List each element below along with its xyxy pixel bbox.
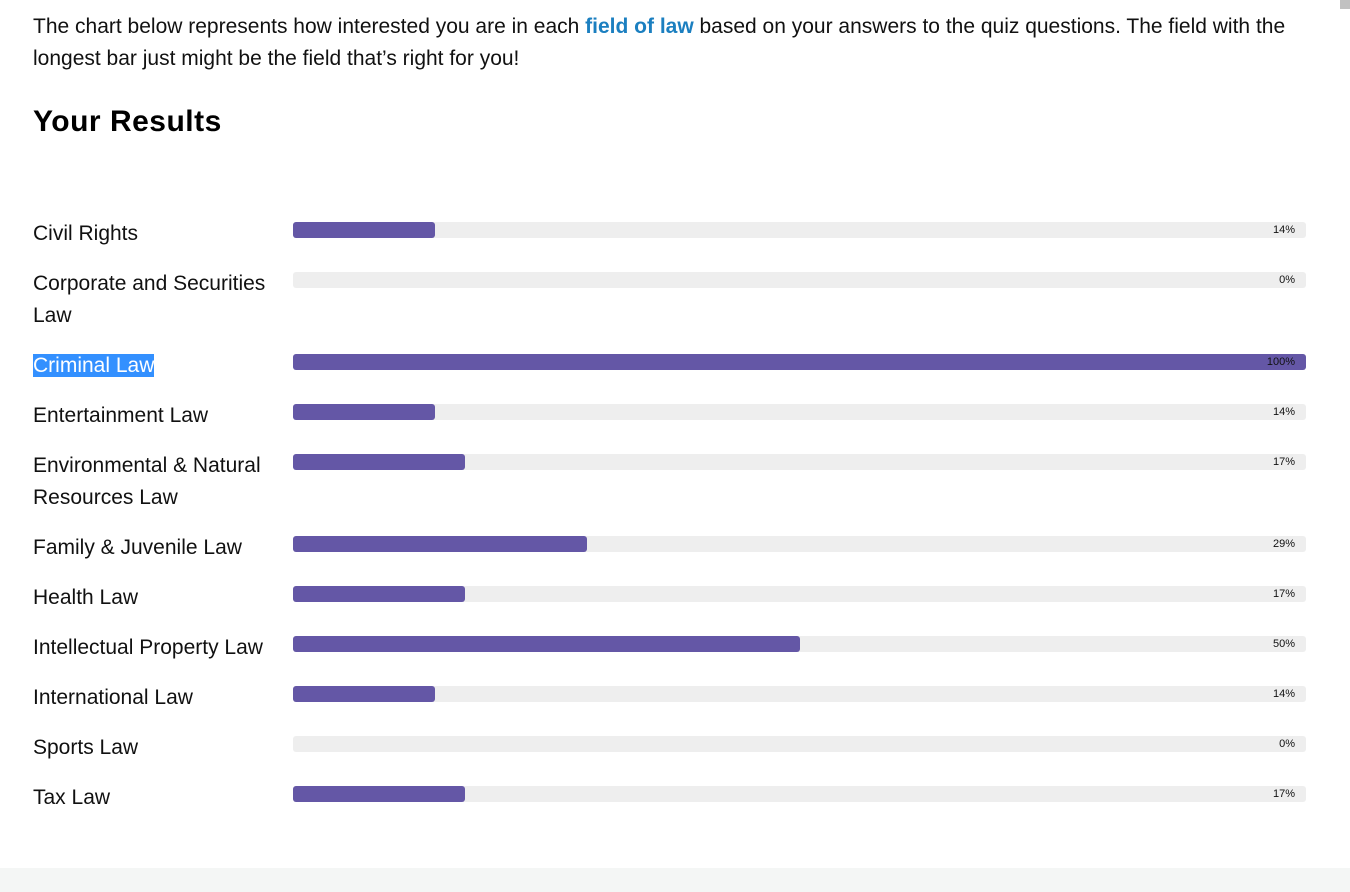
result-category-label: Entertainment Law (33, 400, 293, 432)
result-category-text: Tax Law (33, 786, 111, 809)
result-row: Criminal Law 100% (33, 350, 1306, 382)
result-value-label: 0% (1279, 738, 1295, 750)
field-of-law-link[interactable]: field of law (585, 15, 694, 38)
scrollbar-thumb[interactable] (1340, 0, 1350, 9)
result-category-text: Environmental & Natural Resources Law (33, 454, 261, 509)
result-category-label: International Law (33, 682, 293, 714)
result-row: Health Law 17% (33, 582, 1306, 614)
results-bar-chart: Civil Rights 14% Corporate and Securities … (33, 218, 1306, 832)
result-value-label: 50% (1272, 638, 1295, 650)
result-category-text: Entertainment Law (33, 404, 209, 427)
result-bar (293, 354, 1306, 370)
result-bar (293, 636, 800, 652)
result-bar-track: 50% (293, 636, 1306, 652)
result-bar (293, 786, 466, 802)
result-bar-track: 17% (293, 786, 1306, 802)
result-category-text: International Law (33, 686, 193, 709)
result-row: Corporate and Securities Law 0% (33, 268, 1306, 332)
result-category-text: Family & Juvenile Law (33, 536, 242, 559)
result-category-label: Family & Juvenile Law (33, 532, 293, 564)
result-row: Intellectual Property Law 50% (33, 632, 1306, 664)
result-category-label: Criminal Law (33, 350, 293, 382)
result-bar-track: 14% (293, 222, 1306, 238)
result-value-label: 29% (1272, 538, 1295, 550)
result-category-label: Intellectual Property Law (33, 632, 293, 664)
result-row: Tax Law 17% (33, 782, 1306, 814)
result-category-text: Civil Rights (33, 222, 139, 245)
result-row: International Law 14% (33, 682, 1306, 714)
result-row: Environmental & Natural Resources Law 17% (33, 450, 1306, 514)
result-value-label: 14% (1272, 224, 1295, 236)
result-value-label: 100% (1266, 356, 1295, 368)
result-category-label: Tax Law (33, 782, 293, 814)
result-row: Family & Juvenile Law 29% (33, 532, 1306, 564)
result-category-label: Sports Law (33, 732, 293, 764)
result-bar-track: 17% (293, 454, 1306, 470)
result-bar (293, 686, 435, 702)
result-row: Civil Rights 14% (33, 218, 1306, 250)
result-value-label: 14% (1272, 406, 1295, 418)
result-value-label: 0% (1279, 274, 1295, 286)
footer-band (0, 868, 1350, 892)
result-category-text: Sports Law (33, 736, 139, 759)
result-category-text: Criminal Law (33, 354, 155, 377)
result-category-label: Health Law (33, 582, 293, 614)
result-bar-track: 100% (293, 354, 1306, 370)
result-bar (293, 586, 466, 602)
result-row: Sports Law 0% (33, 732, 1306, 764)
result-category-label: Civil Rights (33, 218, 293, 250)
result-bar-track: 14% (293, 404, 1306, 420)
scrollbar[interactable] (1338, 0, 1350, 868)
result-value-label: 17% (1272, 456, 1295, 468)
result-category-text: Corporate and Securities Law (33, 272, 266, 327)
result-value-label: 17% (1272, 788, 1295, 800)
result-bar-track: 17% (293, 586, 1306, 602)
result-category-text: Intellectual Property Law (33, 636, 263, 659)
result-bar-track: 0% (293, 736, 1306, 752)
result-bar (293, 222, 435, 238)
result-category-label: Corporate and Securities Law (33, 268, 293, 332)
result-value-label: 14% (1272, 688, 1295, 700)
result-bar (293, 454, 466, 470)
result-category-label: Environmental & Natural Resources Law (33, 450, 293, 514)
result-row: Entertainment Law 14% (33, 400, 1306, 432)
result-value-label: 17% (1272, 588, 1295, 600)
result-bar (293, 404, 435, 420)
page: The chart below represents how intereste… (0, 0, 1338, 868)
result-bar-track: 29% (293, 536, 1306, 552)
result-bar (293, 536, 587, 552)
intro-text-before: The chart below represents how intereste… (33, 15, 586, 38)
result-bar-track: 0% (293, 272, 1306, 288)
intro-text: The chart below represents how intereste… (33, 11, 1313, 75)
result-category-text: Health Law (33, 586, 139, 609)
results-heading: Your Results (33, 105, 222, 138)
result-bar-track: 14% (293, 686, 1306, 702)
